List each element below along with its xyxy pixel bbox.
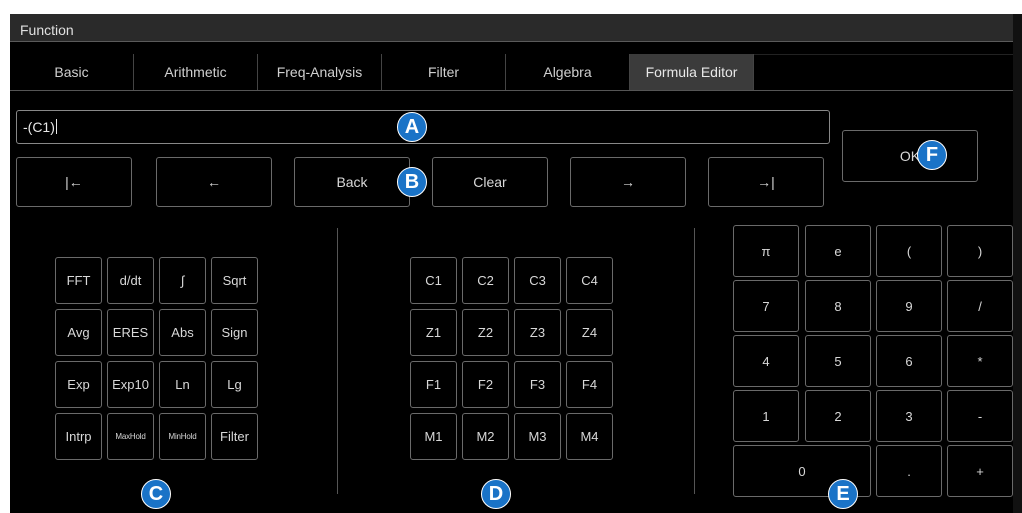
title-corner bbox=[1013, 14, 1022, 42]
formula-value: -(C1) bbox=[23, 119, 55, 135]
key-minus[interactable]: - bbox=[947, 390, 1013, 442]
key-pi[interactable]: π bbox=[733, 225, 799, 277]
key-f1[interactable]: F1 bbox=[410, 361, 457, 408]
tab-filter[interactable]: Filter bbox=[382, 54, 506, 90]
callout-f: F bbox=[917, 140, 947, 170]
title-bar bbox=[10, 14, 1013, 42]
clear-button[interactable]: Clear bbox=[432, 157, 548, 207]
key-m2[interactable]: M2 bbox=[462, 413, 509, 460]
key-8[interactable]: 8 bbox=[805, 280, 871, 332]
frame-left bbox=[0, 42, 10, 513]
separator-right bbox=[694, 228, 695, 494]
key-exp[interactable]: Exp bbox=[55, 361, 102, 408]
key-4[interactable]: 4 bbox=[733, 335, 799, 387]
tab-basic[interactable]: Basic bbox=[10, 54, 134, 90]
tab-formula-editor[interactable]: Formula Editor bbox=[630, 54, 754, 90]
cursor-left-button[interactable]: ← bbox=[156, 157, 272, 207]
key-filter[interactable]: Filter bbox=[211, 413, 258, 460]
callout-e: E bbox=[828, 479, 858, 509]
key-z1[interactable]: Z1 bbox=[410, 309, 457, 356]
back-button[interactable]: Back bbox=[294, 157, 410, 207]
key-7[interactable]: 7 bbox=[733, 280, 799, 332]
key-2[interactable]: 2 bbox=[805, 390, 871, 442]
cursor-right-button[interactable]: → bbox=[570, 157, 686, 207]
separator-left bbox=[337, 228, 338, 494]
key-interpolate[interactable]: Intrp bbox=[55, 413, 102, 460]
key-c2[interactable]: C2 bbox=[462, 257, 509, 304]
key-minhold[interactable]: MinHold bbox=[159, 413, 206, 460]
key-z3[interactable]: Z3 bbox=[514, 309, 561, 356]
tab-algebra[interactable]: Algebra bbox=[506, 54, 630, 90]
window-title: Function bbox=[20, 22, 74, 38]
cursor-end-button[interactable]: →| bbox=[708, 157, 824, 207]
key-m1[interactable]: M1 bbox=[410, 413, 457, 460]
key-m4[interactable]: M4 bbox=[566, 413, 613, 460]
key-6[interactable]: 6 bbox=[876, 335, 942, 387]
key-eres[interactable]: ERES bbox=[107, 309, 154, 356]
key-e[interactable]: e bbox=[805, 225, 871, 277]
frame-right bbox=[1013, 42, 1022, 513]
key-avg[interactable]: Avg bbox=[55, 309, 102, 356]
callout-a: A bbox=[397, 112, 427, 142]
key-abs[interactable]: Abs bbox=[159, 309, 206, 356]
key-exp10[interactable]: Exp10 bbox=[107, 361, 154, 408]
key-open-paren[interactable]: ( bbox=[876, 225, 942, 277]
key-decimal[interactable]: . bbox=[876, 445, 942, 497]
callout-d: D bbox=[481, 479, 511, 509]
key-c3[interactable]: C3 bbox=[514, 257, 561, 304]
key-derivative[interactable]: d/dt bbox=[107, 257, 154, 304]
key-3[interactable]: 3 bbox=[876, 390, 942, 442]
tab-freq-analysis[interactable]: Freq-Analysis bbox=[258, 54, 382, 90]
key-plus[interactable]: + bbox=[947, 445, 1013, 497]
callout-b: B bbox=[397, 167, 427, 197]
key-z4[interactable]: Z4 bbox=[566, 309, 613, 356]
key-ln[interactable]: Ln bbox=[159, 361, 206, 408]
key-sqrt[interactable]: Sqrt bbox=[211, 257, 258, 304]
text-cursor bbox=[55, 119, 57, 134]
key-multiply[interactable]: * bbox=[947, 335, 1013, 387]
cursor-home-button[interactable]: |← bbox=[16, 157, 132, 207]
key-z2[interactable]: Z2 bbox=[462, 309, 509, 356]
key-integral[interactable]: ∫ bbox=[159, 257, 206, 304]
key-1[interactable]: 1 bbox=[733, 390, 799, 442]
tab-arithmetic[interactable]: Arithmetic bbox=[134, 54, 258, 90]
key-divide[interactable]: / bbox=[947, 280, 1013, 332]
key-c4[interactable]: C4 bbox=[566, 257, 613, 304]
key-c1[interactable]: C1 bbox=[410, 257, 457, 304]
key-5[interactable]: 5 bbox=[805, 335, 871, 387]
key-f3[interactable]: F3 bbox=[514, 361, 561, 408]
ok-button[interactable]: OK bbox=[842, 130, 978, 182]
key-fft[interactable]: FFT bbox=[55, 257, 102, 304]
key-sign[interactable]: Sign bbox=[211, 309, 258, 356]
key-m3[interactable]: M3 bbox=[514, 413, 561, 460]
callout-c: C bbox=[141, 479, 171, 509]
key-close-paren[interactable]: ) bbox=[947, 225, 1013, 277]
key-9[interactable]: 9 bbox=[876, 280, 942, 332]
key-lg[interactable]: Lg bbox=[211, 361, 258, 408]
key-maxhold[interactable]: MaxHold bbox=[107, 413, 154, 460]
key-f4[interactable]: F4 bbox=[566, 361, 613, 408]
key-f2[interactable]: F2 bbox=[462, 361, 509, 408]
